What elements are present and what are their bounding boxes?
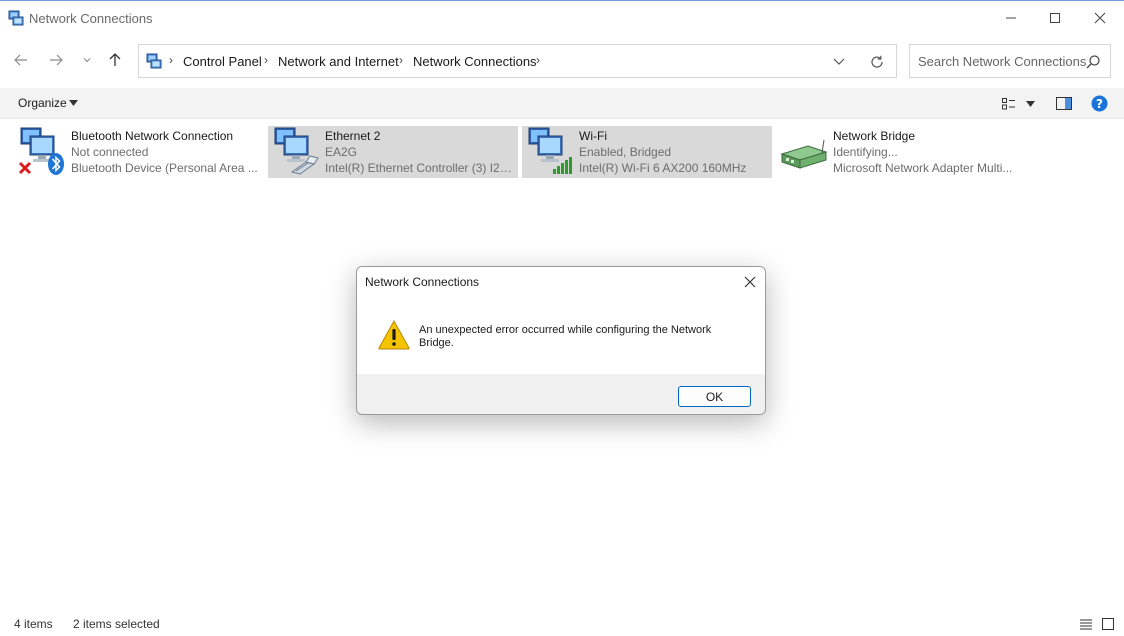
close-window-button[interactable] (1077, 1, 1123, 35)
item-status: EA2G (325, 145, 358, 159)
bluetooth-adapter-icon (18, 127, 64, 175)
close-icon (1094, 12, 1106, 24)
window-title: Network Connections (29, 11, 153, 26)
item-text: Ethernet 2 EA2G Intel(R) Ethernet Contro… (325, 128, 515, 176)
breadcrumb-separator-icon: › (264, 53, 268, 67)
help-icon[interactable]: ? (1091, 95, 1108, 112)
item-name: Wi-Fi (579, 129, 607, 143)
explorer-window: Network Connections › Control Panel › Ne… (0, 0, 1124, 636)
network-item-bluetooth[interactable]: Bluetooth Network Connection Not connect… (14, 126, 264, 178)
item-count: 4 items (14, 617, 53, 631)
recent-locations-button[interactable] (77, 50, 97, 70)
network-connections-app-icon (8, 10, 24, 26)
network-item-bridge[interactable]: Network Bridge Identifying... Microsoft … (776, 126, 1026, 178)
item-name: Bluetooth Network Connection (71, 129, 234, 143)
wifi-adapter-icon (528, 127, 572, 174)
dialog-message: An unexpected error occurred while confi… (419, 324, 712, 349)
selection-count: 2 items selected (73, 617, 160, 631)
network-item-ethernet-2[interactable]: Ethernet 2 EA2G Intel(R) Ethernet Contro… (268, 126, 518, 178)
search-icon (1086, 55, 1100, 69)
refresh-icon[interactable] (868, 53, 886, 71)
up-button[interactable] (105, 50, 125, 70)
item-device: Intel(R) Wi-Fi 6 AX200 160MHz (579, 161, 747, 175)
warning-icon (378, 320, 410, 350)
view-options-caret-icon[interactable] (1026, 101, 1035, 107)
dialog-content: Network Connections An unexpected error … (357, 267, 765, 374)
ok-button[interactable]: OK (678, 386, 751, 407)
back-button[interactable] (11, 50, 31, 70)
dialog-title: Network Connections (365, 275, 480, 289)
breadcrumb-control-panel[interactable]: Control Panel (183, 54, 262, 69)
caret-down-icon (69, 100, 78, 106)
status-bar: 4 items 2 items selected (0, 613, 1124, 636)
ethernet-adapter-icon (274, 127, 319, 175)
change-view-icon[interactable] (1002, 98, 1016, 110)
breadcrumb-separator-icon: › (169, 53, 173, 67)
item-status: Enabled, Bridged (579, 145, 672, 159)
arrow-right-icon (50, 54, 63, 66)
item-text: Bluetooth Network Connection Not connect… (71, 128, 261, 176)
item-device: Intel(R) Ethernet Controller (3) I22... (325, 161, 515, 175)
large-icons-view-icon[interactable] (1101, 617, 1115, 631)
preview-pane-icon[interactable] (1056, 97, 1072, 110)
svg-text:?: ? (1096, 97, 1103, 111)
navigation-bar: › Control Panel › Network and Internet ›… (0, 35, 1124, 87)
item-device: Microsoft Network Adapter Multi... (833, 161, 1013, 175)
breadcrumb-separator-icon: › (536, 53, 540, 67)
organize-menu-button[interactable]: Organize (18, 96, 67, 110)
error-dialog: Network Connections An unexpected error … (356, 266, 766, 415)
item-text: Wi-Fi Enabled, Bridged Intel(R) Wi-Fi 6 … (579, 128, 769, 176)
search-input[interactable]: Search Network Connections (909, 44, 1111, 78)
arrow-left-icon (14, 54, 27, 66)
address-history-chevron-icon[interactable] (831, 55, 847, 69)
minimize-icon (1006, 17, 1016, 19)
command-bar: Organize ? (0, 88, 1124, 119)
item-status: Not connected (71, 145, 149, 159)
breadcrumb-network-and-internet[interactable]: Network and Internet (278, 54, 399, 69)
item-status: Identifying... (833, 145, 898, 159)
item-device: Bluetooth Device (Personal Area ... (71, 161, 258, 175)
search-placeholder: Search Network Connections (918, 54, 1087, 69)
title-bar: Network Connections (0, 1, 1124, 35)
chevron-down-icon (83, 58, 91, 63)
control-panel-icon (146, 53, 162, 69)
breadcrumb-network-connections[interactable]: Network Connections (413, 54, 537, 69)
maximize-icon (1050, 13, 1060, 23)
network-bridge-icon (780, 139, 828, 169)
maximize-button[interactable] (1032, 1, 1078, 35)
dialog-close-icon[interactable] (743, 275, 757, 289)
forward-button[interactable] (46, 50, 66, 70)
arrow-up-icon (109, 53, 121, 66)
minimize-button[interactable] (988, 1, 1034, 35)
item-text: Network Bridge Identifying... Microsoft … (833, 128, 1023, 176)
details-view-icon[interactable] (1079, 618, 1093, 630)
breadcrumb-separator-icon: › (399, 53, 403, 67)
network-item-wifi[interactable]: Wi-Fi Enabled, Bridged Intel(R) Wi-Fi 6 … (522, 126, 772, 178)
item-name: Network Bridge (833, 129, 916, 143)
item-name: Ethernet 2 (325, 129, 381, 143)
address-bar[interactable]: › Control Panel › Network and Internet ›… (138, 44, 897, 78)
